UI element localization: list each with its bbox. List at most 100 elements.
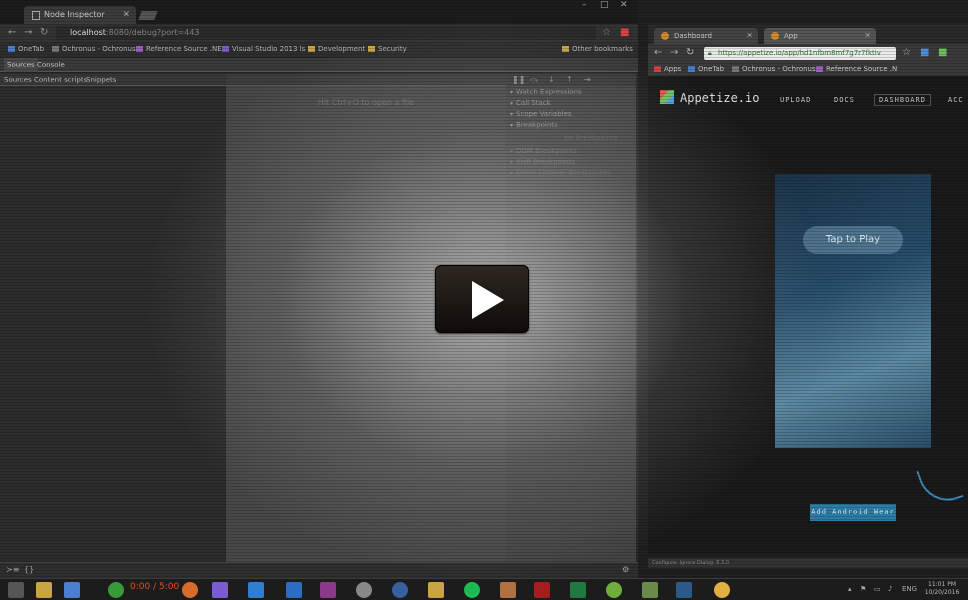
devtools-tabbar: Sources Console (0, 58, 638, 72)
clock-time: 11:01 PM (928, 581, 956, 588)
tab-dashboard[interactable]: Dashboard ✕ (654, 28, 758, 44)
tab-sources[interactable]: Sources (4, 58, 38, 72)
clock-app-icon[interactable] (714, 582, 730, 598)
start-icon[interactable] (8, 582, 24, 598)
maximize-icon[interactable]: □ (600, 0, 609, 10)
nav-dashboard[interactable]: DASHBOARD (874, 94, 931, 106)
appetize-logo[interactable]: Appetize.io (660, 90, 759, 105)
file-explorer-icon[interactable] (36, 582, 52, 598)
folder-icon[interactable] (428, 582, 444, 598)
video-play-button[interactable] (435, 265, 529, 333)
step-into-icon[interactable]: ↓ (548, 75, 555, 84)
tap-to-play-button[interactable]: Tap to Play (803, 226, 903, 254)
device-emulator-screen[interactable]: Tap to Play (775, 174, 931, 448)
settings-gear-icon[interactable]: ⚙ (622, 565, 629, 574)
close-window-icon[interactable]: ✕ (620, 0, 628, 10)
nav-upload[interactable]: UPLOAD (780, 96, 811, 104)
lock-icon: 🔒︎ (708, 49, 712, 57)
left-omnibar: ← → ↻ localhost:8080/debug?port=443 ☆ ■ (0, 24, 638, 42)
vscode-icon[interactable] (248, 582, 264, 598)
close-tab-icon[interactable]: ✕ (864, 28, 871, 44)
forward-icon[interactable]: → (24, 27, 32, 38)
tab-console[interactable]: Console (34, 58, 68, 72)
section-watch-expressions[interactable]: Watch Expressions (510, 87, 582, 98)
volume-icon[interactable]: ♪ (888, 585, 892, 593)
address-bar[interactable]: 🔒︎ https://appetize.io/app/hd1nfbm8mf7g7… (704, 47, 896, 60)
section-dom-breakpoints[interactable]: DOM Breakpoints (510, 146, 577, 157)
status-line: Configure: Ignore Dialog: 8.3.0 (648, 558, 968, 568)
bookmark-item[interactable]: Visual Studio 2013 ls (222, 42, 305, 56)
section-breakpoints[interactable]: Breakpoints (510, 120, 558, 131)
back-icon[interactable]: ← (8, 27, 16, 38)
navigator-tab-snippets[interactable]: Snippets (86, 74, 116, 86)
close-tab-icon[interactable]: ✕ (122, 6, 130, 24)
bookmark-folder[interactable]: Development (308, 42, 365, 56)
rotate-arrow-icon[interactable] (916, 459, 964, 509)
spotify-icon[interactable] (464, 582, 480, 598)
bookmark-apps[interactable]: Apps (654, 62, 681, 76)
file-navigator[interactable] (0, 86, 226, 562)
minimize-icon[interactable]: – (582, 0, 587, 10)
navigator-tab-content-scripts[interactable]: Content scripts (34, 74, 87, 86)
chat-icon[interactable] (356, 582, 372, 598)
nav-account[interactable]: ACC (948, 96, 964, 104)
vc-icon[interactable] (534, 582, 550, 598)
tray-chevron-icon[interactable]: ▴ (848, 585, 852, 593)
other-bookmarks[interactable]: Other bookmarks (562, 42, 633, 56)
screen: Node Inspector ✕ – □ ✕ ← → ↻ localhost:8… (0, 0, 968, 600)
deactivate-breakpoints-icon[interactable]: ⇥ (584, 75, 591, 84)
bookmark-item[interactable]: Reference Source .N (816, 62, 897, 76)
extension-icon[interactable]: ■ (938, 47, 947, 58)
extension-icon[interactable]: ■ (620, 27, 629, 38)
right-omnibar: ← → ↻ 🔒︎ https://appetize.io/app/hd1nfbm… (648, 44, 968, 62)
visual-studio-icon[interactable] (212, 582, 228, 598)
android-icon[interactable] (606, 582, 622, 598)
pretty-print-icon[interactable]: {} (24, 565, 34, 574)
keepass-icon[interactable] (392, 582, 408, 598)
language-indicator[interactable]: ENG (902, 585, 917, 593)
app-icon[interactable] (642, 582, 658, 598)
step-over-icon[interactable]: ⤼ (530, 75, 539, 85)
bookmark-item[interactable]: OneTab (688, 62, 724, 76)
section-event-listener-breakpoints[interactable]: Event Listener Breakpoints (510, 168, 610, 179)
section-scope-variables[interactable]: Scope Variables (510, 109, 572, 120)
outlook-icon[interactable] (286, 582, 302, 598)
extension-icon[interactable]: ■ (920, 47, 929, 58)
bookmark-item[interactable]: Reference Source .NE (136, 42, 222, 56)
tab-node-inspector[interactable]: Node Inspector ✕ (24, 6, 136, 24)
network-icon[interactable]: ▭ (874, 585, 881, 593)
tab-app[interactable]: App ✕ (764, 28, 876, 44)
add-android-wear-button[interactable]: Add Android Wear (810, 504, 896, 521)
bookmark-folder[interactable]: Security (368, 42, 407, 56)
section-xhr-breakpoints[interactable]: XHR Breakpoints (510, 157, 575, 168)
pause-icon[interactable]: ❚❚ (512, 75, 525, 84)
terminal-icon[interactable] (676, 582, 692, 598)
forward-icon[interactable]: → (670, 47, 678, 58)
section-call-stack[interactable]: Call Stack (510, 98, 551, 109)
close-tab-icon[interactable]: ✕ (746, 28, 753, 44)
ie-icon[interactable] (64, 582, 80, 598)
step-out-icon[interactable]: ↑ (566, 75, 573, 84)
new-tab-button[interactable] (138, 11, 158, 20)
bookmark-item[interactable]: OneTab (8, 42, 44, 56)
excel-icon[interactable] (570, 582, 586, 598)
star-icon[interactable]: ☆ (902, 47, 911, 58)
clock[interactable]: 11:01 PM 10/20/2016 (918, 581, 966, 597)
skype-for-business-icon[interactable] (320, 582, 336, 598)
address-bar[interactable]: localhost:8080/debug?port=443 (56, 26, 596, 40)
video-time: 0:00 / 5:00 (130, 582, 180, 592)
bookmark-item[interactable]: Ochronus - Ochronus (52, 42, 136, 56)
node-inspector-window: Node Inspector ✕ – □ ✕ ← → ↻ localhost:8… (0, 0, 638, 578)
reload-icon[interactable]: ↻ (686, 47, 694, 58)
firefox-icon[interactable] (182, 582, 198, 598)
reload-icon[interactable]: ↻ (40, 27, 48, 38)
chrome-icon[interactable] (108, 582, 124, 598)
console-drawer-icon[interactable]: ≻≡ (6, 565, 19, 574)
bookmark-item[interactable]: Ochronus - Ochronus (732, 62, 816, 76)
navigator-tab-sources[interactable]: Sources (4, 74, 32, 86)
nav-docs[interactable]: DOCS (834, 96, 855, 104)
flag-icon[interactable]: ⚑ (860, 585, 866, 593)
back-icon[interactable]: ← (654, 47, 662, 58)
star-icon[interactable]: ☆ (602, 27, 611, 38)
notepad-icon[interactable] (500, 582, 516, 598)
